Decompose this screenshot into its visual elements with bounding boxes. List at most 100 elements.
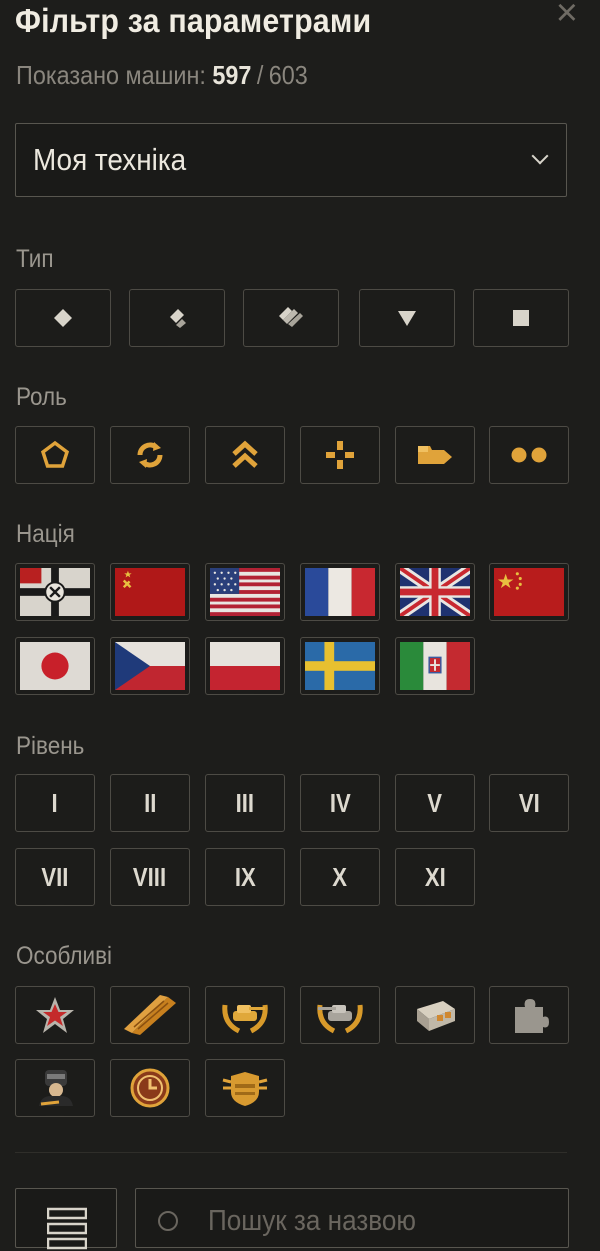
czechoslovakia-flag-icon (115, 642, 185, 690)
sniper-role-icon (418, 446, 452, 464)
tier-label: VII (41, 861, 69, 892)
tier-7-button[interactable]: VII (15, 848, 95, 906)
nation-poland-button[interactable] (205, 637, 285, 695)
tier-label: VI (518, 787, 540, 818)
role-support-button[interactable] (300, 426, 380, 484)
shield-badge-icon (222, 1072, 268, 1106)
section-label-nation: Нація (16, 520, 75, 548)
section-divider (15, 1152, 567, 1153)
search-placeholder: Пошук за назвою (208, 1205, 416, 1237)
medium-tank-icon (170, 309, 186, 328)
count-total: 603 (268, 60, 308, 90)
special-timer-button[interactable] (110, 1059, 190, 1117)
special-crew-button[interactable] (15, 1059, 95, 1117)
chevron-down-icon (531, 147, 549, 165)
special-event-button[interactable] (489, 986, 569, 1044)
vehicle-count: Показано машин: 597/603 (16, 60, 308, 91)
tier-4-button[interactable]: IV (300, 774, 380, 832)
special-collector-button[interactable] (15, 986, 95, 1044)
nation-ussr-button[interactable] (110, 563, 190, 621)
tier-10-button[interactable]: X (300, 848, 380, 906)
list-view-icon (47, 1207, 87, 1250)
china-flag-icon (494, 568, 564, 616)
role-universal-button[interactable] (110, 426, 190, 484)
tier-label: VIII (133, 861, 167, 892)
tier-label: II (143, 787, 157, 818)
role-assault-button[interactable] (15, 426, 95, 484)
spg-icon (513, 310, 529, 326)
tier-label: IX (234, 861, 256, 892)
poland-flag-icon (210, 642, 280, 690)
tank-destroyer-icon (398, 311, 416, 326)
cycle-role-icon (137, 442, 163, 468)
tier-11-button[interactable]: XI (395, 848, 475, 906)
section-label-type: Тип (16, 245, 54, 273)
chevron-up-role-icon (232, 440, 258, 468)
premium-stripe-icon (124, 995, 176, 1035)
heavy-tank-icon (279, 307, 303, 327)
tier-9-button[interactable]: IX (205, 848, 285, 906)
special-elite-button[interactable] (205, 986, 285, 1044)
tier-6-button[interactable]: VI (489, 774, 569, 832)
type-light-tank-button[interactable] (15, 289, 111, 347)
type-heavy-tank-button[interactable] (243, 289, 339, 347)
section-label-special: Особливі (16, 942, 113, 970)
tier-5-button[interactable]: V (395, 774, 475, 832)
nation-france-button[interactable] (300, 563, 380, 621)
dropdown-value: Моя техніка (33, 142, 187, 177)
nation-germany-button[interactable] (15, 563, 95, 621)
tier-1-button[interactable]: I (15, 774, 95, 832)
tier-8-button[interactable]: VIII (110, 848, 190, 906)
special-premium-elite-button[interactable] (300, 986, 380, 1044)
section-label-role: Роль (16, 383, 67, 411)
nation-czechoslovakia-button[interactable] (110, 637, 190, 695)
rental-box-icon (417, 1001, 455, 1031)
panel-title: Фільтр за параметрами (15, 2, 372, 39)
count-label: Показано машин: (16, 60, 206, 90)
light-tank-icon (54, 309, 72, 327)
premium-wreath-icon (317, 1004, 363, 1034)
puzzle-icon (515, 999, 549, 1033)
count-separator: / (256, 60, 264, 90)
close-icon[interactable]: × (556, 0, 578, 32)
type-tank-destroyer-button[interactable] (359, 289, 455, 347)
nation-japan-button[interactable] (15, 637, 95, 695)
germany-flag-icon (20, 568, 90, 616)
japan-flag-icon (20, 642, 90, 690)
role-wheeled-button[interactable] (489, 426, 569, 484)
usa-flag-icon (210, 568, 280, 616)
nation-uk-button[interactable] (395, 563, 475, 621)
list-view-button[interactable] (15, 1188, 117, 1250)
nation-italy-button[interactable] (395, 637, 475, 695)
france-flag-icon (305, 568, 375, 616)
crosshair-role-icon (326, 441, 354, 469)
tier-label: III (235, 787, 255, 818)
tier-label: V (427, 787, 443, 818)
crew-icon (39, 1070, 73, 1106)
role-sniper-button[interactable] (395, 426, 475, 484)
type-spg-button[interactable] (473, 289, 569, 347)
special-premium-button[interactable] (110, 986, 190, 1044)
nation-china-button[interactable] (489, 563, 569, 621)
uk-flag-icon (400, 568, 470, 616)
italy-flag-icon (400, 642, 470, 690)
pentagon-role-icon (40, 440, 70, 468)
vehicle-scope-dropdown[interactable]: Моя техніка (15, 123, 567, 197)
tier-2-button[interactable]: II (110, 774, 190, 832)
role-break-through-button[interactable] (205, 426, 285, 484)
nation-usa-button[interactable] (205, 563, 285, 621)
section-label-tier: Рівень (16, 732, 85, 760)
count-shown: 597 (212, 60, 252, 90)
tier-label: IV (329, 787, 351, 818)
tier-label: XI (424, 861, 446, 892)
elite-wreath-icon (222, 1004, 268, 1034)
timer-icon (130, 1068, 170, 1108)
special-badge-button[interactable] (205, 1059, 285, 1117)
sweden-flag-icon (305, 642, 375, 690)
collector-star-icon (36, 997, 74, 1033)
special-rental-button[interactable] (395, 986, 475, 1044)
type-medium-tank-button[interactable] (129, 289, 225, 347)
tier-3-button[interactable]: III (205, 774, 285, 832)
nation-sweden-button[interactable] (300, 637, 380, 695)
search-input[interactable]: Пошук за назвою (135, 1188, 569, 1248)
